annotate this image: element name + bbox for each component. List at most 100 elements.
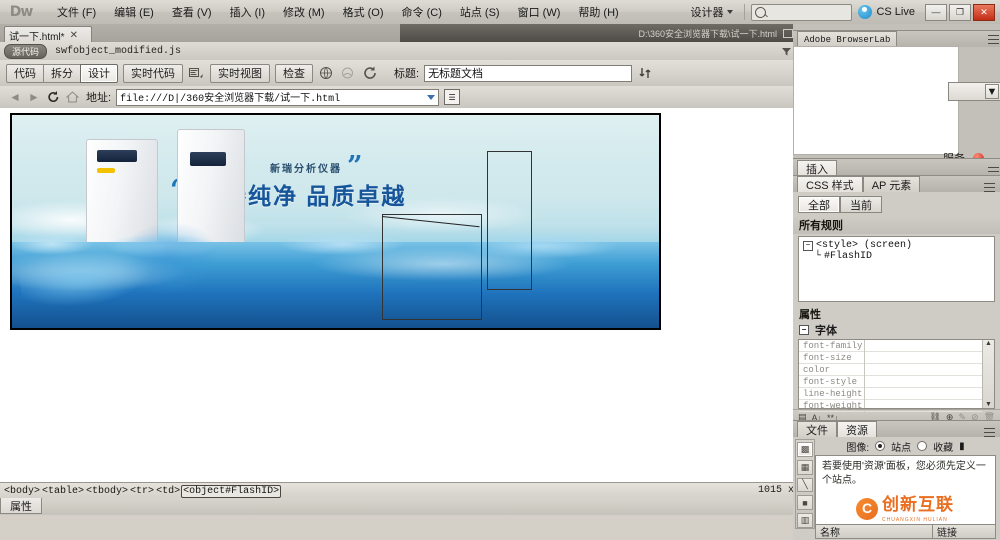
forward-arrow-icon[interactable]: ► (27, 90, 41, 104)
css-value-cell[interactable] (865, 400, 982, 412)
page-title-input[interactable]: 无标题文档 (424, 64, 633, 82)
menu-item-file[interactable]: 文件 (F) (48, 1, 105, 23)
panel-menu-icon[interactable] (984, 183, 995, 192)
tag-tr[interactable]: <tr> (129, 486, 155, 497)
images-asset-icon[interactable]: ▩ (797, 442, 813, 457)
properties-tab[interactable]: 属性 (0, 498, 42, 514)
css-scope-all-button[interactable]: 全部 (798, 196, 840, 213)
menu-item-site[interactable]: 站点 (S) (451, 1, 509, 23)
menu-item-window[interactable]: 窗口 (W) (509, 1, 570, 23)
address-input[interactable]: file:///D|/360安全浏览器下载/试一下.html (116, 88, 440, 106)
tab-css-styles[interactable]: CSS 样式 (797, 176, 863, 192)
tab-browserlab[interactable]: Adobe BrowserLab (797, 31, 898, 47)
refresh-icon[interactable] (46, 90, 60, 104)
tab-ap-elements[interactable]: AP 元素 (862, 176, 921, 192)
close-button[interactable]: ✕ (973, 3, 995, 21)
shockwave-asset-icon[interactable]: ▥ (797, 513, 813, 528)
css-value-cell[interactable] (865, 352, 982, 364)
css-value-cell[interactable] (865, 388, 982, 400)
code-navigator-icon[interactable] (188, 65, 205, 82)
refresh-icon[interactable] (362, 65, 379, 82)
radio-site-label[interactable]: 站点 (891, 439, 911, 454)
back-arrow-icon[interactable]: ◄ (8, 90, 22, 104)
assets-column-name[interactable]: 名称 (816, 524, 933, 539)
filter-icon[interactable] (782, 47, 791, 56)
radio-favorites-icon[interactable] (917, 441, 928, 451)
urls-asset-icon[interactable]: ╲ (797, 477, 813, 493)
css-prop-font-weight[interactable]: font-weight (799, 400, 864, 412)
menu-item-commands[interactable]: 命令 (C) (393, 1, 451, 23)
address-list-icon[interactable]: ☰ (444, 89, 461, 105)
css-properties-scrollbar[interactable]: ▲ ▼ (982, 340, 994, 408)
css-property-values[interactable] (865, 340, 982, 412)
menu-item-modify[interactable]: 修改 (M) (274, 1, 334, 23)
related-file-swfobject[interactable]: swfobject_modified.js (55, 46, 181, 57)
preview-icon[interactable] (340, 65, 357, 82)
colors-asset-icon[interactable]: ▦ (797, 459, 813, 475)
tag-td[interactable]: <td> (155, 486, 181, 497)
tag-object-flashid[interactable]: <object#FlashID> (181, 484, 282, 498)
close-icon[interactable]: ✕ (70, 30, 78, 41)
chevron-down-icon[interactable] (427, 94, 436, 100)
css-prop-font-size[interactable]: font-size (799, 352, 864, 364)
tab-assets[interactable]: 资源 (837, 421, 877, 437)
assets-column-link[interactable]: 链接 (933, 524, 995, 539)
workspace-switcher[interactable]: 设计器 (685, 2, 738, 22)
css-prop-font-style[interactable]: font-style (799, 376, 864, 388)
globe-icon[interactable] (318, 65, 335, 82)
menu-item-insert[interactable]: 插入 (I) (221, 1, 274, 23)
assets-refresh-icon[interactable]: ▮ (959, 441, 965, 452)
file-management-icon[interactable] (637, 65, 654, 82)
home-icon[interactable] (65, 90, 79, 104)
panel-menu-icon[interactable] (984, 428, 995, 437)
radio-favorites-label[interactable]: 收藏 (933, 439, 953, 454)
panel-menu-icon[interactable] (988, 34, 999, 44)
design-view-canvas[interactable]: 新瑞分析仪器 “ ” 至臻纯净 品质卓越 (0, 108, 793, 482)
tab-insert[interactable]: 插入 (797, 160, 837, 176)
live-code-button[interactable]: 实时代码 (123, 63, 183, 83)
split-view-button[interactable]: 拆分 (43, 63, 81, 83)
css-value-cell[interactable] (865, 340, 982, 352)
flash-object-placeholder[interactable] (382, 214, 482, 320)
css-prop-color[interactable]: color (799, 364, 864, 376)
inspect-button[interactable]: 检查 (275, 63, 313, 83)
collapse-icon[interactable]: − (803, 240, 813, 251)
document-tab[interactable]: 试一下.html* ✕ (4, 26, 92, 43)
tab-files[interactable]: 文件 (797, 421, 837, 437)
css-rule-style-screen[interactable]: − <style> (screen) (803, 240, 990, 251)
menu-item-edit[interactable]: 编辑 (E) (105, 1, 163, 23)
restore-button[interactable]: ❐ (949, 3, 971, 21)
search-input[interactable] (751, 3, 853, 21)
hidden-dropdown[interactable]: ▼ (948, 82, 1000, 101)
scroll-up-icon[interactable]: ▲ (985, 340, 992, 347)
radio-site-icon[interactable] (875, 441, 886, 451)
design-view-button[interactable]: 设计 (80, 63, 118, 83)
css-scope-current-button[interactable]: 当前 (840, 196, 882, 213)
collapse-icon[interactable]: − (799, 325, 809, 335)
css-value-cell[interactable] (865, 376, 982, 388)
menu-item-help[interactable]: 帮助 (H) (569, 1, 627, 23)
image-placeholder[interactable] (487, 151, 532, 290)
chevron-down-icon[interactable]: ▼ (985, 84, 999, 99)
tag-body[interactable]: <body> (3, 486, 41, 497)
live-view-button[interactable]: 实时视图 (210, 63, 270, 83)
menu-item-format[interactable]: 格式 (O) (334, 1, 393, 23)
css-rules-list[interactable]: − <style> (screen) └ #FlashID (798, 236, 995, 302)
flash-asset-icon[interactable]: ■ (797, 495, 813, 511)
css-property-names: font-family font-size color font-style l… (799, 340, 865, 412)
code-view-button[interactable]: 代码 (6, 63, 44, 83)
minimize-button[interactable]: — (925, 3, 947, 21)
source-code-button[interactable]: 源代码 (4, 43, 48, 59)
flash-banner[interactable]: 新瑞分析仪器 “ ” 至臻纯净 品质卓越 (12, 115, 659, 328)
css-prop-line-height[interactable]: line-height (799, 388, 864, 400)
scroll-down-icon[interactable]: ▼ (985, 401, 992, 408)
css-properties-table[interactable]: font-family font-size color font-style l… (798, 339, 995, 412)
tag-tbody[interactable]: <tbody> (85, 486, 129, 497)
menu-item-view[interactable]: 查看 (V) (163, 1, 221, 23)
css-prop-font-family[interactable]: font-family (799, 340, 864, 352)
css-value-cell[interactable] (865, 364, 982, 376)
cs-live-button[interactable]: CS Live (858, 5, 915, 19)
tag-table[interactable]: <table> (41, 486, 85, 497)
css-rule-flashid[interactable]: └ #FlashID (803, 251, 990, 262)
restore-icon[interactable] (783, 28, 793, 38)
